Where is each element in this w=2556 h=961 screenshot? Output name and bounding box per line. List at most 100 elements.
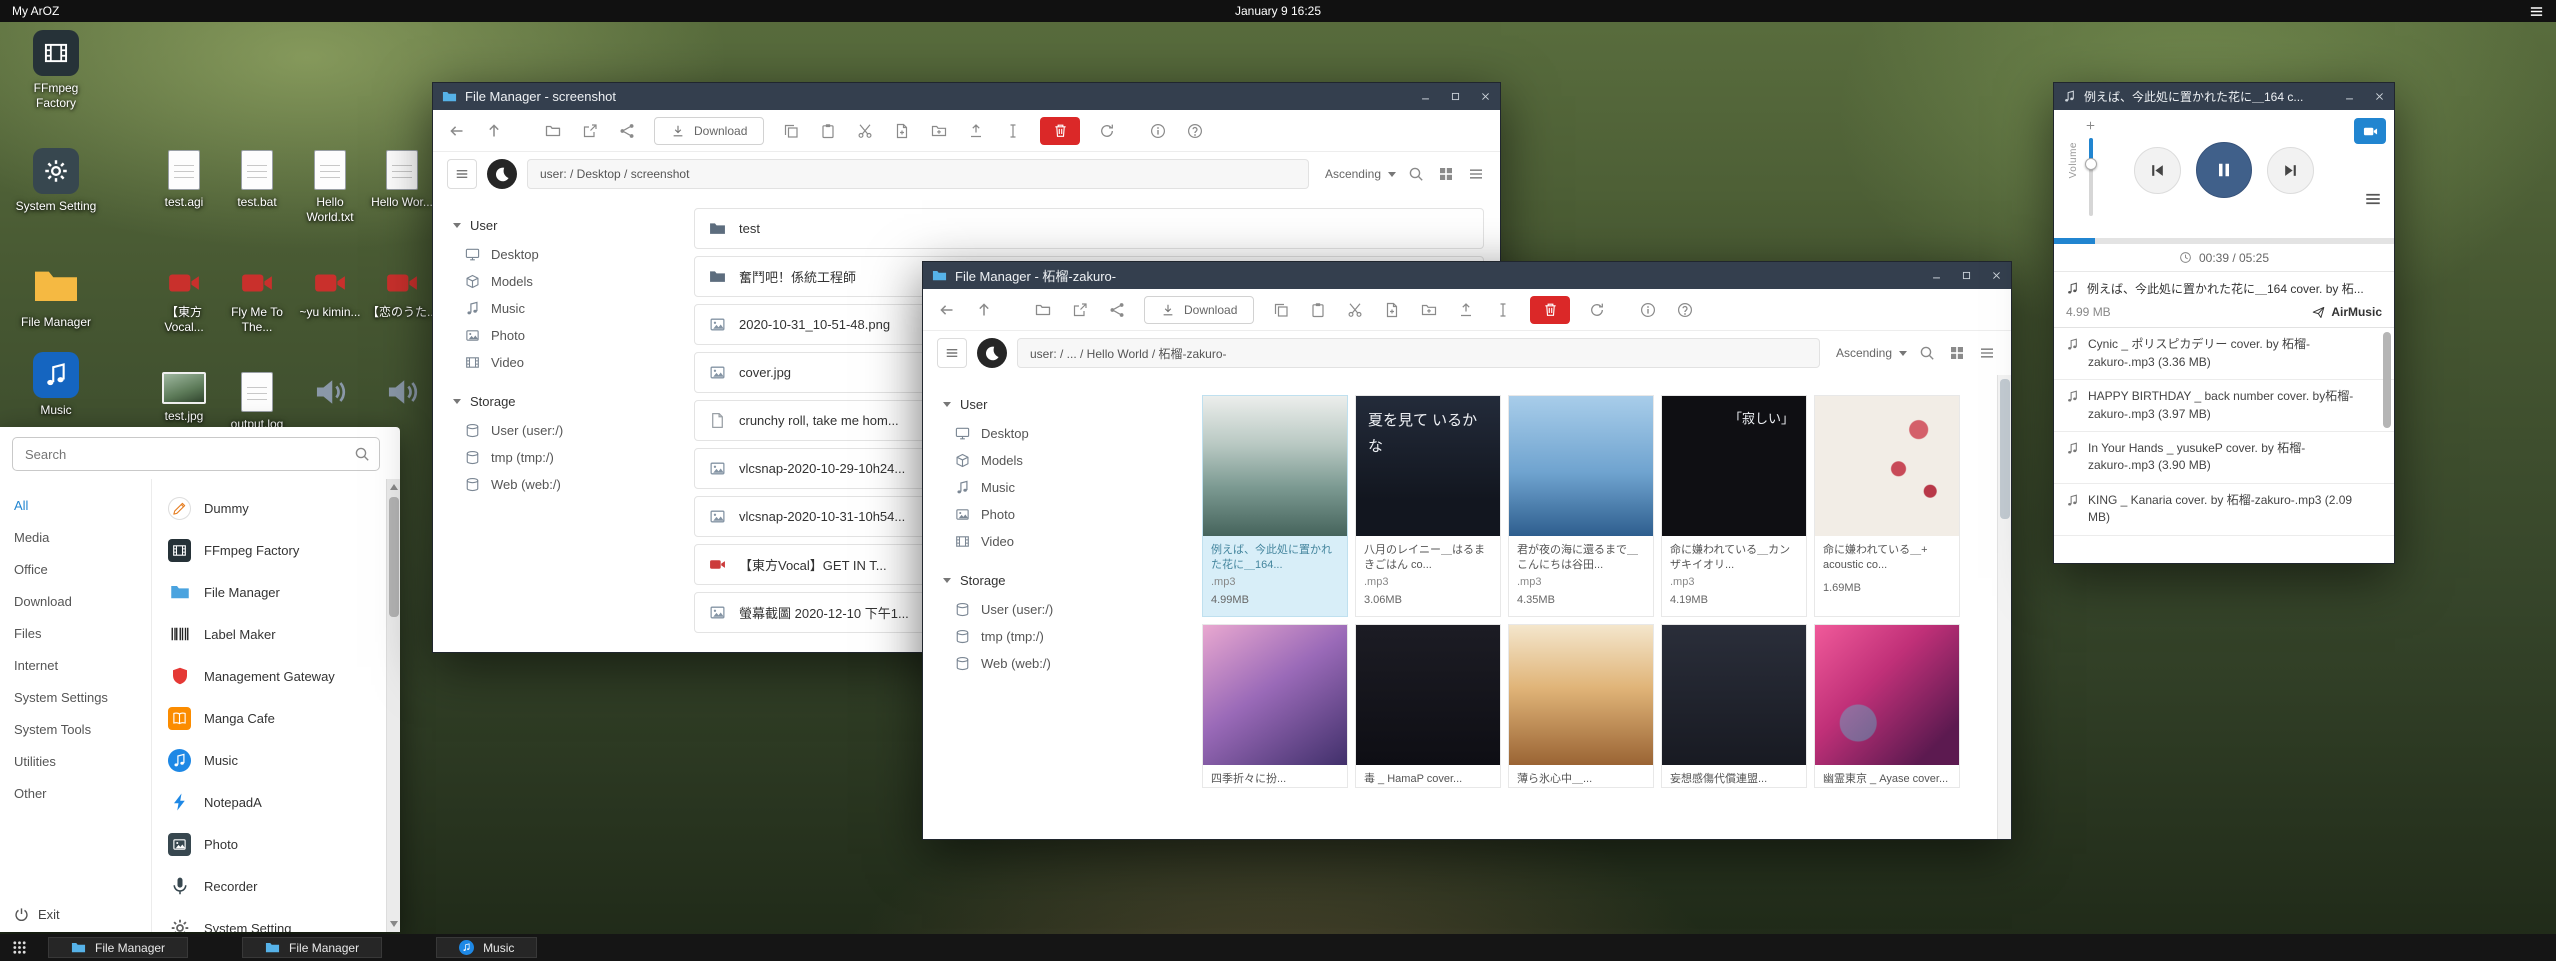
open-new-window-button[interactable]	[580, 121, 600, 141]
launcher-item-recorder[interactable]: Recorder	[152, 865, 400, 907]
launcher-scrollbar[interactable]	[386, 479, 400, 932]
desktop-file[interactable]: 【東方Vocal...	[148, 266, 220, 335]
app-launcher-button[interactable]	[8, 937, 30, 959]
sidebar-item-tmp-drive[interactable]: tmp (tmp:/)	[943, 623, 1176, 650]
copy-button[interactable]	[781, 121, 801, 141]
sidebar-item-user-drive[interactable]: User (user:/)	[453, 417, 686, 444]
desktop-file[interactable]: output.log	[221, 372, 293, 432]
pause-button[interactable]	[2196, 142, 2252, 198]
sidebar-item-desktop[interactable]: Desktop	[453, 241, 686, 268]
open-button[interactable]	[543, 121, 563, 141]
launcher-item-manga-cafe[interactable]: Manga Cafe	[152, 697, 400, 739]
file-tile[interactable]: 妄想感傷代償連盟...	[1661, 624, 1807, 788]
upload-button[interactable]	[1456, 300, 1476, 320]
next-button[interactable]	[2267, 147, 2314, 194]
playlist-item[interactable]: Cynic _ ポリスピカデリー cover. by 柘榴-zakuro-.mp…	[2054, 328, 2394, 380]
file-tile[interactable]: 君が夜の海に還るまで＿こんにちは谷田... .mp3 4.35MB	[1508, 395, 1654, 617]
desktop-file[interactable]	[294, 374, 366, 415]
exit-button[interactable]: Exit	[14, 907, 60, 922]
file-tile[interactable]: 毒 _ HamaP cover...	[1355, 624, 1501, 788]
desktop-file[interactable]	[366, 374, 438, 415]
sidebar-item-desktop[interactable]: Desktop	[943, 420, 1176, 447]
sidebar-item-music[interactable]: Music	[943, 474, 1176, 501]
file-tile[interactable]: 四季折々に扮...	[1202, 624, 1348, 788]
taskbar-item-file-manager-2[interactable]: File Manager	[242, 937, 382, 958]
file-tile[interactable]: 夏を見て いるかな 八月のレイニー＿はるまきごはん co... .mp3 3.0…	[1355, 395, 1501, 617]
desktop-icon-file-manager[interactable]: File Manager	[14, 262, 98, 330]
file-tile[interactable]: 薄ら氷心中＿...	[1508, 624, 1654, 788]
scroll-up-icon[interactable]	[390, 484, 398, 490]
desktop-file[interactable]: Hello World.txt	[294, 150, 366, 225]
sidebar-item-photo[interactable]: Photo	[943, 501, 1176, 528]
minimize-button[interactable]	[2334, 83, 2364, 110]
grid-view-button[interactable]	[1947, 343, 1967, 363]
playlist-item[interactable]: HAPPY BIRTHDAY _ back number cover. by柘榴…	[2054, 380, 2394, 432]
grid-view-button[interactable]	[1436, 164, 1456, 184]
taskbar-item-music[interactable]: Music	[436, 937, 537, 958]
sidebar-toggle-button[interactable]	[447, 159, 477, 189]
desktop-file[interactable]: test.bat	[221, 150, 293, 210]
close-button[interactable]	[1981, 262, 2011, 289]
sidebar-item-video[interactable]: Video	[453, 349, 686, 376]
search-input[interactable]	[12, 437, 380, 471]
new-folder-button[interactable]	[929, 121, 949, 141]
rename-button[interactable]	[1003, 121, 1023, 141]
file-tile[interactable]: 命に嫌われている＿+ acoustic co... 1.69MB	[1814, 395, 1960, 617]
launcher-item-dummy[interactable]: Dummy	[152, 487, 400, 529]
refresh-button[interactable]	[1587, 300, 1607, 320]
category-internet[interactable]: Internet	[0, 649, 151, 681]
desktop-file[interactable]: test.jpg	[148, 372, 220, 424]
upload-button[interactable]	[966, 121, 986, 141]
sidebar-toggle-button[interactable]	[937, 338, 967, 368]
sidebar-item-models[interactable]: Models	[943, 447, 1176, 474]
title-bar[interactable]: File Manager - 柘榴-zakuro-	[923, 262, 2011, 289]
help-button[interactable]	[1185, 121, 1205, 141]
launcher-item-ffmpeg-factory[interactable]: FFmpeg Factory	[152, 529, 400, 571]
help-button[interactable]	[1675, 300, 1695, 320]
minimize-button[interactable]	[1410, 83, 1440, 110]
download-button[interactable]: Download	[1144, 296, 1254, 324]
category-media[interactable]: Media	[0, 521, 151, 553]
dark-mode-button[interactable]	[487, 159, 517, 189]
back-button[interactable]	[447, 121, 467, 141]
launcher-item-photo[interactable]: Photo	[152, 823, 400, 865]
up-button[interactable]	[484, 121, 504, 141]
playlist-item[interactable]: KING _ Kanaria cover. by 柘榴-zakuro-.mp3 …	[2054, 484, 2394, 536]
new-folder-button[interactable]	[1419, 300, 1439, 320]
desktop-file[interactable]: ~yu kimin...	[294, 266, 366, 320]
launcher-item-notepada[interactable]: NotepadA	[152, 781, 400, 823]
brand-label[interactable]: My ArOZ	[12, 4, 59, 18]
sidebar-section-storage[interactable]: Storage	[453, 394, 686, 409]
title-bar[interactable]: File Manager - screenshot	[433, 83, 1500, 110]
copy-button[interactable]	[1271, 300, 1291, 320]
back-button[interactable]	[937, 300, 957, 320]
sidebar-item-user-drive[interactable]: User (user:/)	[943, 596, 1176, 623]
category-office[interactable]: Office	[0, 553, 151, 585]
breadcrumb[interactable]: user: / ... / Hello World / 柘榴-zakuro-	[1017, 338, 1820, 368]
list-view-button[interactable]	[1977, 343, 1997, 363]
sidebar-item-web-drive[interactable]: Web (web:/)	[943, 650, 1176, 677]
new-file-button[interactable]	[1382, 300, 1402, 320]
sidebar-item-tmp-drive[interactable]: tmp (tmp:/)	[453, 444, 686, 471]
file-tile[interactable]: 「寂しい」 命に嫌われている＿カンザキイオリ... .mp3 4.19MB	[1661, 395, 1807, 617]
close-button[interactable]	[1470, 83, 1500, 110]
file-tile[interactable]: 幽霊東京 _ Ayase cover...	[1814, 624, 1960, 788]
desktop-file[interactable]: test.agi	[148, 150, 220, 210]
volume-slider[interactable]: Volume	[2070, 120, 2110, 232]
sidebar-section-user[interactable]: User	[943, 397, 1176, 412]
category-all[interactable]: All	[0, 489, 151, 521]
sidebar-section-user[interactable]: User	[453, 218, 686, 233]
minimize-button[interactable]	[1921, 262, 1951, 289]
properties-button[interactable]	[1148, 121, 1168, 141]
desktop-icon-music[interactable]: Music	[14, 352, 98, 418]
close-button[interactable]	[2364, 83, 2394, 110]
playlist-item[interactable]: In Your Hands _ yusukeP cover. by 柘榴-zak…	[2054, 432, 2394, 484]
launcher-item-management-gateway[interactable]: Management Gateway	[152, 655, 400, 697]
desktop-icon-system-setting[interactable]: System Setting	[14, 148, 98, 214]
new-file-button[interactable]	[892, 121, 912, 141]
cut-button[interactable]	[855, 121, 875, 141]
open-button[interactable]	[1033, 300, 1053, 320]
open-new-window-button[interactable]	[1070, 300, 1090, 320]
category-other[interactable]: Other	[0, 777, 151, 809]
launcher-item-file-manager[interactable]: File Manager	[152, 571, 400, 613]
